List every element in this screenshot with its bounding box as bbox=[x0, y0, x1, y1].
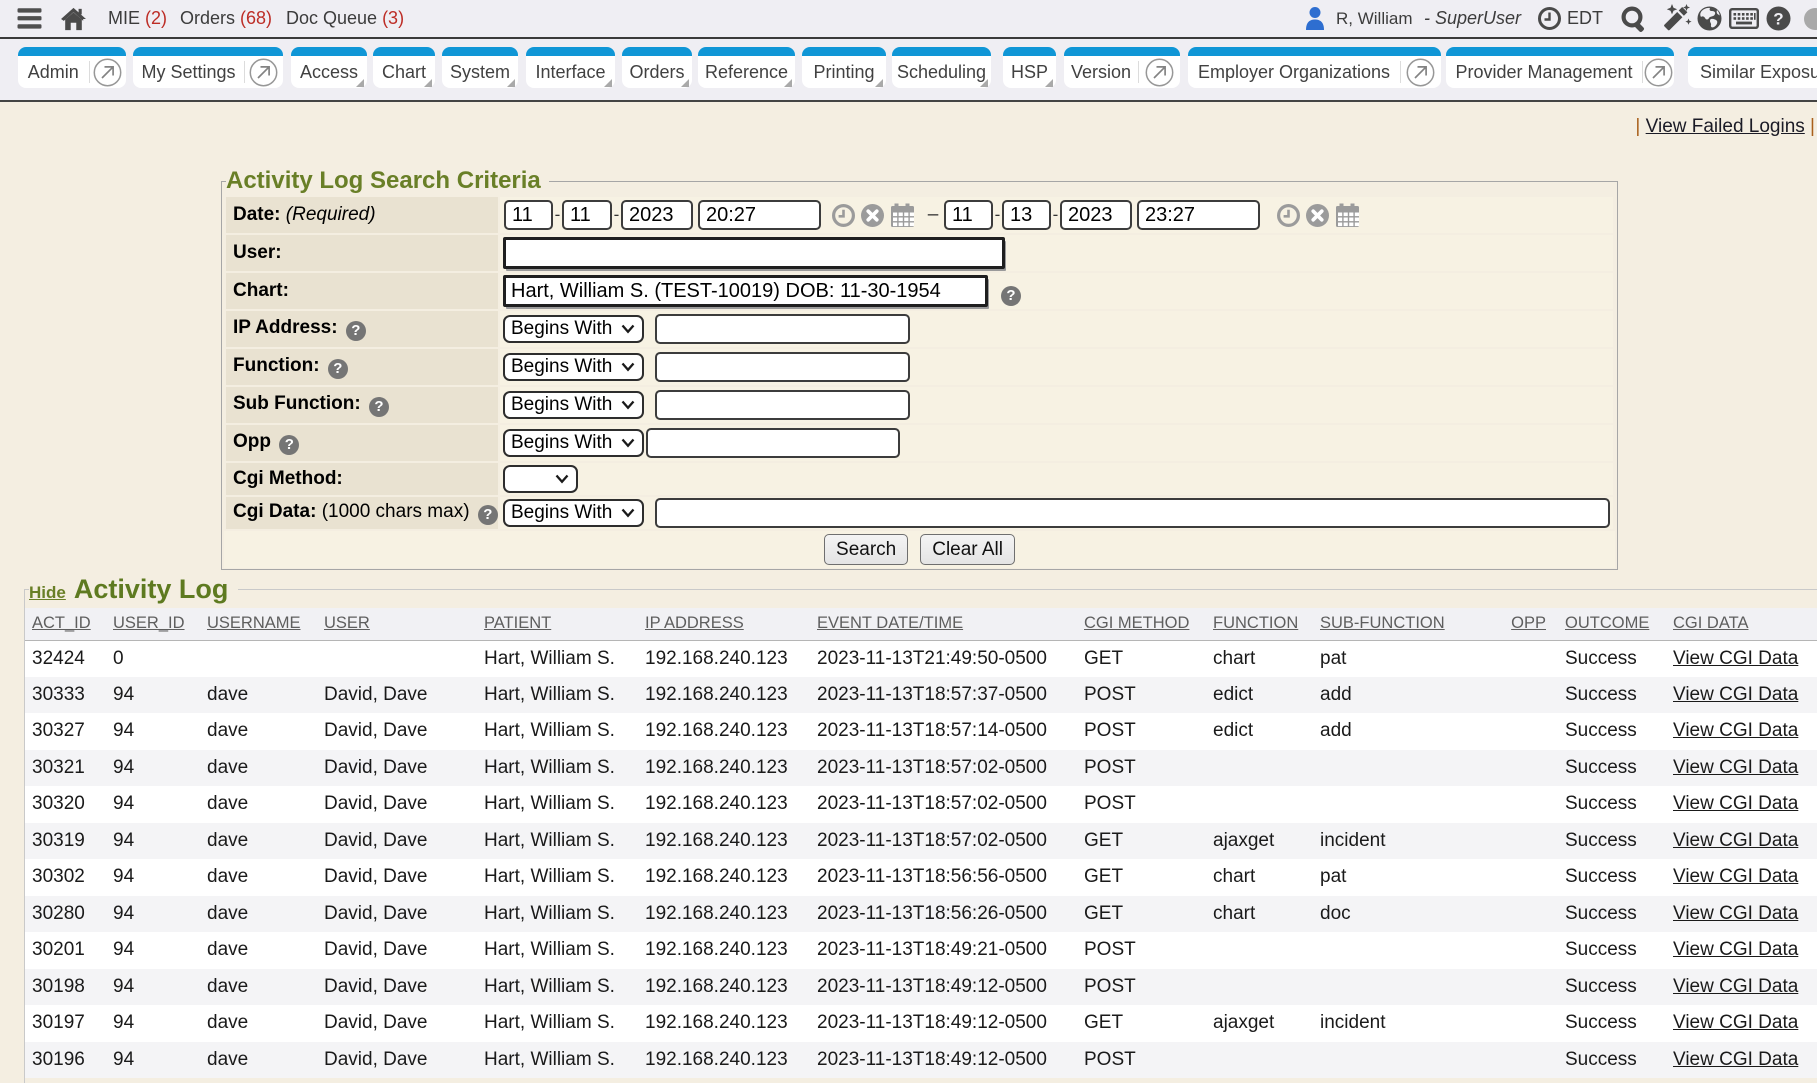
svg-text:?: ? bbox=[1773, 10, 1783, 29]
